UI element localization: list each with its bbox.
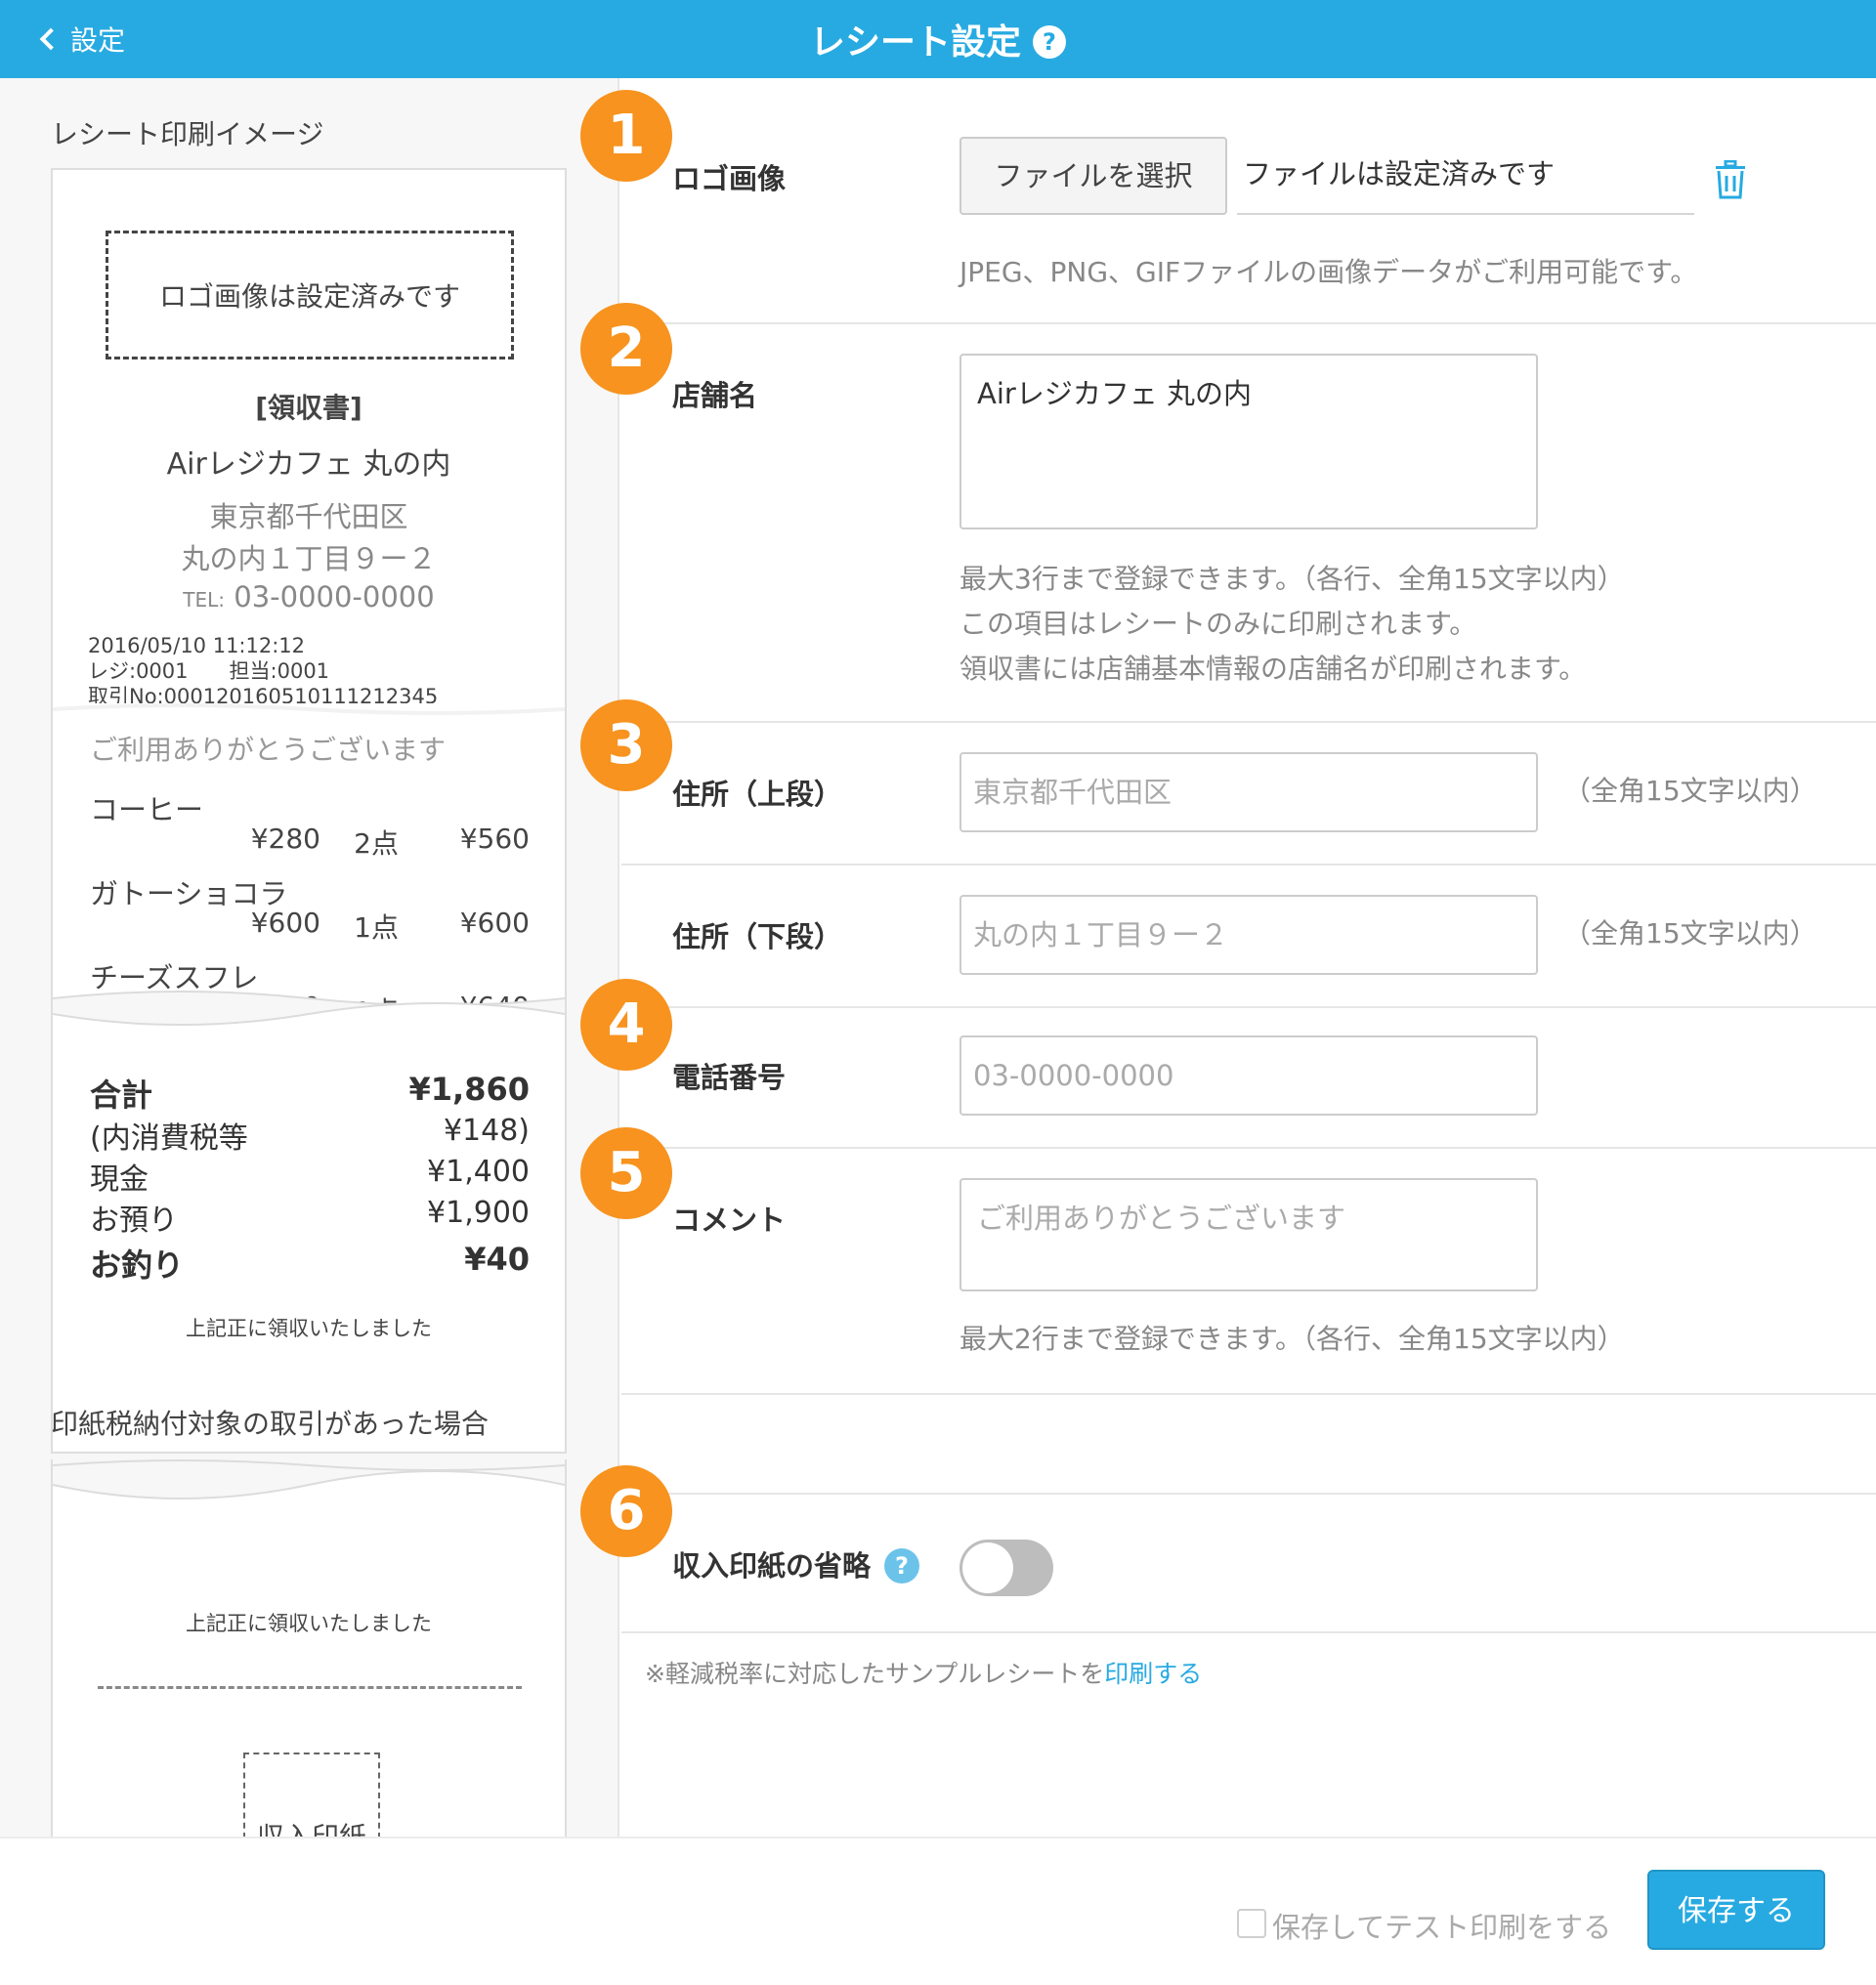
receipt-tear-middle — [53, 991, 565, 1043]
help-icon[interactable]: ? — [884, 1548, 920, 1584]
receipt-received-text: 上記正に領収いたしました — [186, 1317, 432, 1340]
divider — [621, 1393, 1876, 1395]
stamp-divider — [98, 1686, 522, 1689]
step-badge-1: 1 — [580, 90, 672, 182]
divider — [621, 1493, 1876, 1495]
phone-input[interactable]: 03-0000-0000 — [959, 1035, 1538, 1116]
note-text: ※軽減税率に対応したサンプルレシートを — [645, 1660, 1105, 1688]
step-badge-2: 2 — [580, 303, 672, 395]
page-title: レシート設定 — [809, 22, 1021, 63]
logo-hint: JPEG、PNG、GIFファイルの画像データがご利用可能です。 — [959, 256, 1698, 288]
step-badge-6: 6 — [580, 1465, 672, 1557]
phone-label: 電話番号 — [672, 1061, 787, 1094]
receipt-tax-label: (内消費税等 — [90, 1121, 248, 1156]
receipt-thanks: ご利用ありがとうございます — [90, 734, 447, 766]
logo-label: ロゴ画像 — [672, 162, 787, 195]
receipt-deposit-row: お預り ¥1,900 — [90, 1196, 530, 1239]
stamp-received-text: 上記正に領収いたしました — [186, 1612, 432, 1635]
step-badge-3: 3 — [580, 699, 672, 791]
receipt-cash-value: ¥1,400 — [427, 1155, 530, 1189]
store-hint-2: この項目はレシートのみに印刷されます。 — [959, 608, 1477, 640]
receipt-logo-placeholder: ロゴ画像は設定済みです — [106, 231, 514, 359]
step-badge-4: 4 — [580, 979, 672, 1071]
comment-textarea[interactable]: ご利用ありがとうございます — [959, 1178, 1538, 1291]
address-upper-input[interactable]: 東京都千代田区 — [959, 752, 1538, 832]
comment-label: コメント — [672, 1204, 787, 1237]
receipt-address-upper: 東京都千代田区 — [209, 500, 408, 533]
receipt-change-value: ¥40 — [464, 1241, 530, 1278]
receipt-tax-row: (内消費税等 ¥148) — [90, 1114, 530, 1157]
address-lower-input[interactable]: 丸の内１丁目９ー２ — [959, 895, 1538, 975]
preview-title: レシート印刷イメージ — [51, 118, 324, 150]
save-button[interactable]: 保存する — [1647, 1870, 1825, 1950]
test-print-label[interactable]: 保存してテスト印刷をする — [1272, 1905, 1611, 1946]
help-icon[interactable]: ? — [1033, 25, 1066, 59]
receipt-cash-label: 現金 — [90, 1162, 149, 1197]
receipt-cash-row: 現金 ¥1,400 — [90, 1155, 530, 1198]
address-lower-label: 住所（下段） — [672, 920, 843, 953]
receipt-total-label: 合計 — [90, 1077, 153, 1114]
receipt-item-amount: ¥600 — [459, 907, 530, 939]
store-hint-1: 最大3行まで登録できます。（各行、全角15文字以内） — [959, 563, 1625, 595]
receipt-tax-value: ¥148) — [443, 1114, 530, 1148]
stamp-omit-label-wrap: 収入印紙の省略? — [672, 1543, 920, 1584]
logo-file-status: ファイルは設定済みです — [1237, 137, 1694, 215]
settings-form: 1 ロゴ画像 ファイルを選択 ファイルは設定済みです JPEG、PNG、GIFフ… — [580, 78, 1876, 1905]
divider — [621, 322, 1876, 324]
receipt-item-qty: 1点 — [354, 911, 399, 944]
receipt-tel-number: 03-0000-0000 — [234, 580, 435, 613]
divider — [621, 1147, 1876, 1149]
address-upper-label: 住所（上段） — [672, 778, 843, 811]
stamp-preview-title: 印紙税納付対象の取引があった場合 — [51, 1408, 490, 1440]
divider — [621, 721, 1876, 723]
receipt-change-row: お釣り ¥40 — [90, 1241, 530, 1286]
divider — [621, 1006, 1876, 1008]
stamp-tear-edge — [53, 1459, 565, 1518]
receipt-change-label: お釣り — [90, 1246, 185, 1284]
preview-panel: レシート印刷イメージ ロゴ画像は設定済みです [領収書] Airレジカフェ 丸の… — [0, 78, 619, 1919]
receipt-item-price: ¥280 — [250, 823, 320, 855]
footer-bar: 保存してテスト印刷をする 保存する — [0, 1837, 1876, 1985]
divider — [621, 864, 1876, 866]
receipt-item-name: コーヒー — [90, 793, 204, 826]
receipt-phone: TEL: 03-0000-0000 — [53, 580, 565, 613]
receipt-store-name: Airレジカフェ 丸の内 — [166, 447, 451, 482]
comment-hint: 最大2行まで登録できます。（各行、全角15文字以内） — [959, 1323, 1625, 1355]
receipt-datetime: 2016/05/10 11:12:12 — [88, 634, 306, 657]
receipt-item-price: ¥600 — [250, 907, 320, 939]
address-lower-limit: （全角15文字以内） — [1563, 917, 1817, 950]
toggle-knob — [962, 1542, 1013, 1593]
trash-icon[interactable] — [1714, 160, 1747, 199]
stamp-omit-label: 収入印紙の省略 — [672, 1549, 872, 1583]
receipt-total-value: ¥1,860 — [408, 1071, 530, 1108]
test-print-checkbox[interactable] — [1237, 1909, 1266, 1938]
sample-receipt-note: ※軽減税率に対応したサンプルレシートを印刷する — [645, 1655, 1202, 1690]
header-bar: 設定 レシート設定? — [0, 0, 1876, 78]
receipt-register-staff: レジ:0001 担当:0001 — [88, 659, 330, 683]
receipt-address-lower: 丸の内１丁目９ー２ — [181, 542, 437, 575]
receipt-deposit-label: お預り — [90, 1204, 178, 1238]
receipt-preview: ロゴ画像は設定済みです [領収書] Airレジカフェ 丸の内 東京都千代田区 丸… — [51, 168, 567, 1454]
receipt-total-row: 合計 ¥1,860 — [90, 1071, 530, 1116]
store-name-textarea[interactable]: Airレジカフェ 丸の内 — [959, 354, 1538, 529]
receipt-item-qty: 2点 — [354, 827, 399, 860]
page-title-wrap: レシート設定? — [0, 14, 1876, 64]
stamp-omit-toggle[interactable] — [959, 1540, 1053, 1596]
receipt-title: [領収書] — [255, 392, 362, 424]
address-upper-limit: （全角15文字以内） — [1563, 775, 1817, 807]
receipt-item-amount: ¥560 — [459, 823, 530, 855]
store-name-label: 店舗名 — [672, 379, 758, 412]
receipt-tel-label: TEL: — [183, 588, 226, 612]
print-sample-link[interactable]: 印刷する — [1104, 1660, 1202, 1688]
choose-file-button[interactable]: ファイルを選択 — [959, 137, 1227, 215]
store-hint-3: 領収書には店舗基本情報の店舗名が印刷されます。 — [959, 653, 1587, 685]
divider — [621, 1631, 1876, 1633]
receipt-deposit-value: ¥1,900 — [427, 1196, 530, 1230]
step-badge-5: 5 — [580, 1127, 672, 1219]
